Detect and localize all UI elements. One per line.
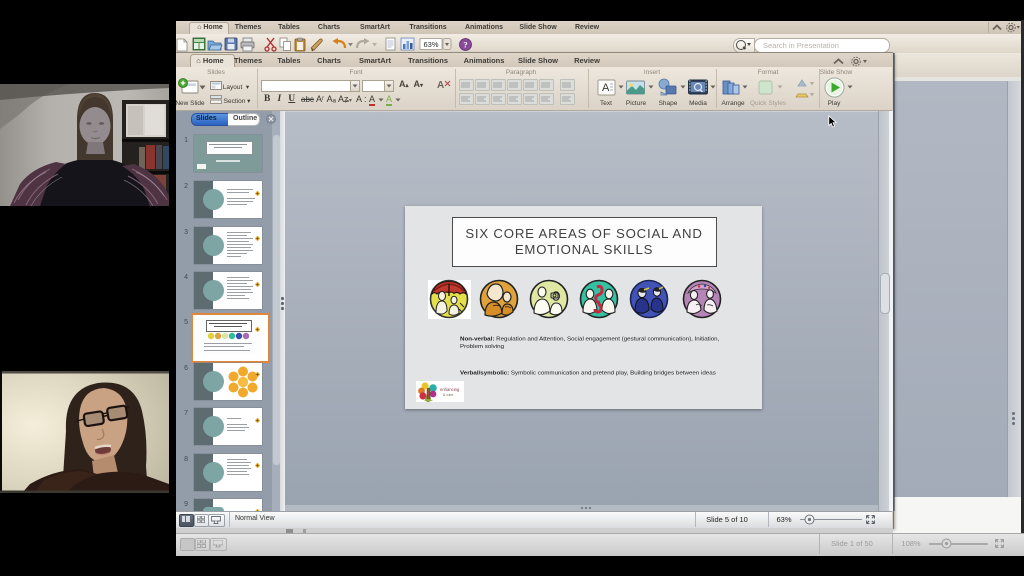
svg-text:enhancing: enhancing [440,387,460,392]
svg-text:A: A [602,82,610,94]
svg-text:A: A [437,80,444,90]
svg-text:?: ? [463,40,467,50]
svg-text:63%: 63% [423,40,438,49]
svg-text:& care: & care [443,393,453,397]
